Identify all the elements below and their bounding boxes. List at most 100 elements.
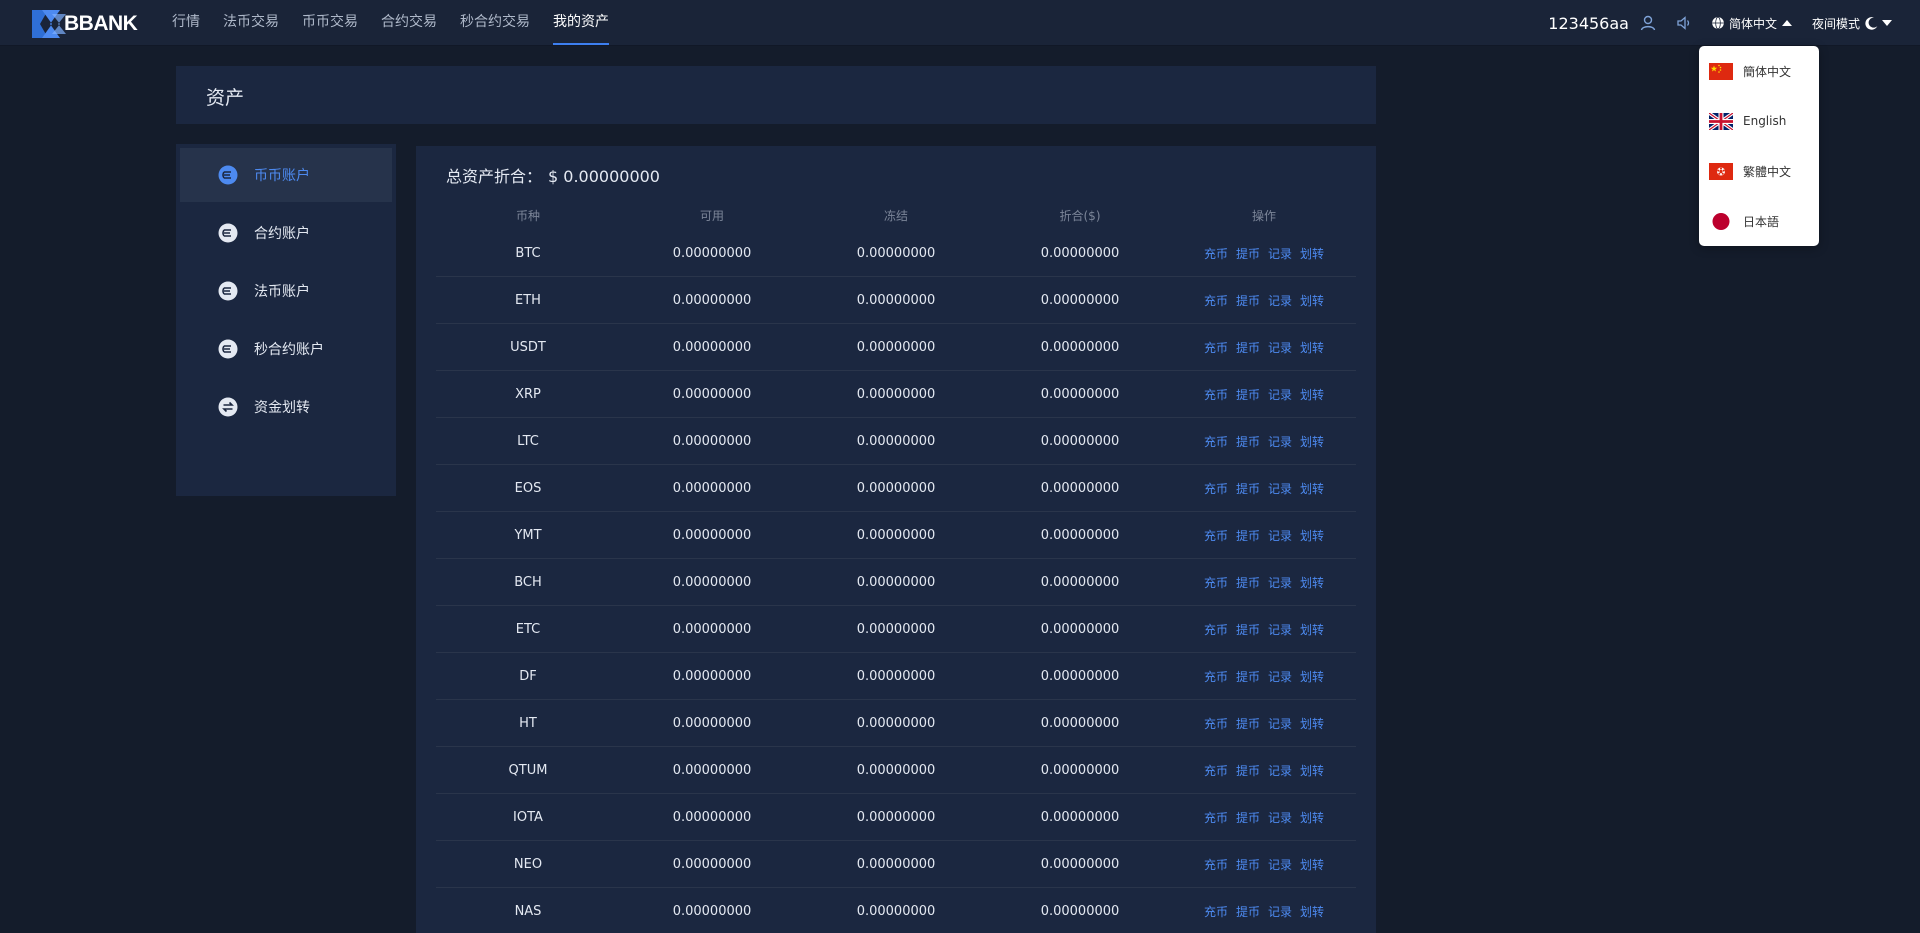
deposit-link[interactable]: 充币 [1204,621,1228,638]
records-link[interactable]: 记录 [1268,715,1292,732]
transfer-link[interactable]: 划转 [1300,668,1324,685]
deposit-link[interactable]: 充币 [1204,386,1228,403]
withdraw-link[interactable]: 提币 [1236,292,1260,309]
lang-option-label: 日本語 [1743,214,1780,229]
transfer-link[interactable]: 划转 [1300,621,1324,638]
nav-item-contract-trade[interactable]: 合约交易 [381,0,437,46]
transfer-link[interactable]: 划转 [1300,715,1324,732]
withdraw-link[interactable]: 提币 [1236,245,1260,262]
sidebar-item-fiat-account[interactable]: 法币账户 [180,264,392,318]
table-row: NEO 0.00000000 0.00000000 0.00000000 充币 提币 记录划… [436,841,1356,888]
records-link[interactable]: 记录 [1268,527,1292,544]
deposit-link[interactable]: 充币 [1204,433,1228,450]
deposit-link[interactable]: 充币 [1204,809,1228,826]
withdraw-link[interactable]: 提币 [1236,527,1260,544]
lang-option-english[interactable]: English [1699,96,1819,146]
cell-actions: 充币 提币 记录 划转 [1172,245,1356,262]
transfer-link[interactable]: 划转 [1300,574,1324,591]
deposit-link[interactable]: 充币 [1204,762,1228,779]
night-mode-toggle[interactable]: 夜间模式 [1812,15,1892,32]
withdraw-link[interactable]: 提币 [1236,386,1260,403]
nav-item-my-assets[interactable]: 我的资产 [553,0,609,46]
globe-icon [1712,16,1724,30]
sidebar-item-second-contract-account[interactable]: 秒合约账户 [180,322,392,376]
lang-option-simplified-chinese[interactable]: 簡体中文 [1699,46,1819,96]
cell-coin: NAS [514,903,542,919]
withdraw-link[interactable]: 提币 [1236,762,1260,779]
records-link[interactable]: 记录 [1268,339,1292,356]
withdraw-link[interactable]: 提币 [1236,903,1260,920]
lang-option-label: English [1743,114,1787,128]
nav-item-second-contract[interactable]: 秒合约交易 [460,0,530,46]
records-link[interactable]: 记录 [1268,386,1292,403]
transfer-link[interactable]: 划转 [1300,480,1324,497]
account-icon [218,223,238,243]
username[interactable]: 123456aa [1548,14,1629,33]
col-header-frozen: 冻结 [883,208,908,223]
records-link[interactable]: 记录 [1268,621,1292,638]
records-link[interactable]: 记录 [1268,245,1292,262]
deposit-link[interactable]: 充币 [1204,292,1228,309]
records-link[interactable]: 记录 [1268,480,1292,497]
withdraw-link[interactable]: 提币 [1236,480,1260,497]
transfer-link[interactable]: 划转 [1300,903,1324,920]
withdraw-link[interactable]: 提币 [1236,809,1260,826]
transfer-link[interactable]: 划转 [1300,856,1324,873]
cell-frozen: 0.00000000 [856,668,936,684]
deposit-link[interactable]: 充币 [1204,856,1228,873]
cell-coin: DF [519,668,537,684]
withdraw-link[interactable]: 提币 [1236,621,1260,638]
lang-option-traditional-chinese[interactable]: 繁體中文 [1699,146,1819,196]
sidebar-item-spot-account[interactable]: 币币账户 [180,148,392,202]
transfer-link[interactable]: 划转 [1300,809,1324,826]
withdraw-link[interactable]: 提币 [1236,339,1260,356]
deposit-link[interactable]: 充币 [1204,715,1228,732]
language-switch[interactable]: 简体中文 [1711,15,1792,32]
records-link[interactable]: 记录 [1268,574,1292,591]
records-link[interactable]: 记录 [1268,433,1292,450]
records-link[interactable]: 记录 [1268,903,1292,920]
deposit-link[interactable]: 充币 [1204,480,1228,497]
records-link[interactable]: 记录 [1268,292,1292,309]
withdraw-link[interactable]: 提币 [1236,856,1260,873]
records-link[interactable]: 记录 [1268,856,1292,873]
deposit-link[interactable]: 充币 [1204,527,1228,544]
deposit-link[interactable]: 充币 [1204,245,1228,262]
logo[interactable]: BBANK [30,8,138,40]
cell-available: 0.00000000 [672,762,752,778]
cell-actions: 充币 提币 记录 划转 [1172,433,1356,450]
deposit-link[interactable]: 充币 [1204,339,1228,356]
cell-converted: 0.00000000 [1040,574,1120,590]
cell-frozen: 0.00000000 [856,292,936,308]
cell-actions: 充币 提币 记录 划转 [1172,339,1356,356]
records-link[interactable]: 记录 [1268,762,1292,779]
withdraw-link[interactable]: 提币 [1236,668,1260,685]
transfer-link[interactable]: 划转 [1300,433,1324,450]
deposit-link[interactable]: 充币 [1204,574,1228,591]
transfer-link[interactable]: 划转 [1300,292,1324,309]
cell-available: 0.00000000 [672,527,752,543]
lang-option-japanese[interactable]: 日本語 [1699,196,1819,246]
nav-item-spot-trade[interactable]: 币币交易 [302,0,358,46]
nav-item-fiat-trade[interactable]: 法币交易 [223,0,279,46]
sidebar-item-fund-transfer[interactable]: 资金划转 [180,380,392,434]
transfer-link[interactable]: 划转 [1300,386,1324,403]
cell-frozen: 0.00000000 [856,527,936,543]
withdraw-link[interactable]: 提币 [1236,715,1260,732]
sound-icon[interactable] [1675,14,1693,32]
deposit-link[interactable]: 充币 [1204,668,1228,685]
deposit-link[interactable]: 充币 [1204,903,1228,920]
transfer-link[interactable]: 划转 [1300,245,1324,262]
withdraw-link[interactable]: 提币 [1236,433,1260,450]
user-icon[interactable] [1639,14,1657,32]
records-link[interactable]: 记录 [1268,668,1292,685]
current-language: 简体中文 [1728,16,1777,31]
nav-item-market[interactable]: 行情 [172,0,200,46]
sidebar-item-contract-account[interactable]: 合约账户 [180,206,392,260]
records-link[interactable]: 记录 [1268,809,1292,826]
total-assets-label: 总资产折合： [446,167,543,186]
transfer-link[interactable]: 划转 [1300,339,1324,356]
transfer-link[interactable]: 划转 [1300,762,1324,779]
transfer-link[interactable]: 划转 [1300,527,1324,544]
withdraw-link[interactable]: 提币 [1236,574,1260,591]
